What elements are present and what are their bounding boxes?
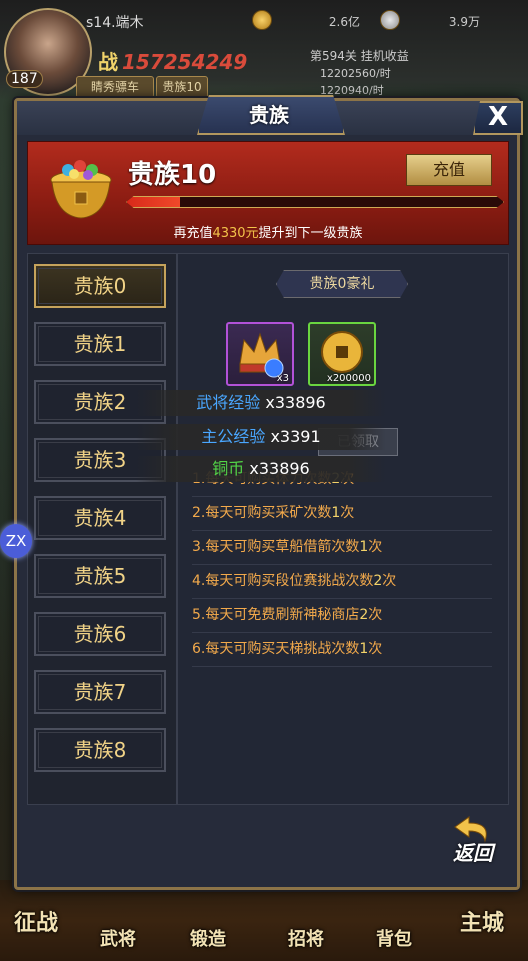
tab-rank-8[interactable]: 贵族8 (34, 728, 166, 772)
close-button[interactable]: X (473, 101, 523, 135)
rank-tab-list: 贵族0 贵族1 贵族2 贵族3 贵族4 贵族5 贵族6 贵族7 贵族8 (27, 253, 177, 805)
upgrade-hint: 再充值4330元提升到下一级贵族 (173, 226, 363, 241)
stage-title: 第594关 挂机收益 (310, 49, 409, 63)
perk-item: 4.每天可购买段位赛挑战次数2次 (192, 566, 492, 599)
gold-amount: 2.6亿 (328, 15, 360, 29)
reward-tooltip: 铜币 x33896 (136, 456, 386, 482)
bottom-nav (0, 880, 528, 961)
nobility-modal: 贵族 X 贵族10 充值 再充值4330元提升到下一级贵族 贵族0 贵族1 贵族… (14, 95, 523, 890)
tab-rank-0[interactable]: 贵族0 (34, 264, 166, 308)
copper-coin-item[interactable]: x200000 (308, 322, 376, 386)
tab-rank-5[interactable]: 贵族5 (34, 554, 166, 598)
server-name: s14.端木 (86, 15, 144, 31)
reward-tooltip: 武将经验 x33896 (136, 390, 386, 416)
tab-rank-4[interactable]: 贵族4 (34, 496, 166, 540)
gift-title: 贵族0豪礼 (276, 270, 408, 298)
tab-rank-6[interactable]: 贵族6 (34, 612, 166, 656)
item-count: x200000 (326, 373, 371, 384)
top-hud: 187 s14.端木 2.6亿 3.9万 战 157254249 睛秀骠车 贵族1… (0, 0, 528, 100)
treasure-bowl-icon (50, 160, 112, 219)
tab-rank-7[interactable]: 贵族7 (34, 670, 166, 714)
gold-coin-icon (252, 10, 272, 30)
nav-recruit[interactable]: 招将 (288, 925, 324, 951)
perk-item: 6.每天可购买天梯挑战次数1次 (192, 634, 492, 667)
general-gem-item[interactable]: x3 (226, 322, 294, 386)
nav-campaign[interactable]: 征战 (14, 905, 58, 937)
perk-item: 5.每天可免费刷新神秘商店2次 (192, 600, 492, 633)
stage-gold-rate: 12202560/时 (320, 67, 391, 80)
tab-rank-1[interactable]: 贵族1 (34, 322, 166, 366)
nav-bag[interactable]: 背包 (376, 925, 412, 951)
silver-coin-icon (380, 10, 400, 30)
idle-income-panel[interactable]: 第594关 挂机收益 12202560/时 1220940/时 (310, 48, 440, 99)
perk-item: 2.每天可购买采矿次数1次 (192, 498, 492, 531)
modal-title: 贵族 (249, 103, 289, 127)
current-rank: 贵族10 (128, 160, 217, 190)
combat-power: 战 157254249 (98, 50, 248, 74)
vip-progress-bar (126, 196, 504, 208)
item-count: x3 (276, 373, 289, 384)
return-label: 返回 (453, 841, 493, 865)
nav-main-city[interactable]: 主城 (460, 905, 504, 937)
vip-progress-fill (127, 197, 180, 207)
nobility-banner: 贵族10 充值 再充值4330元提升到下一级贵族 (27, 141, 509, 245)
player-level: 187 (6, 70, 43, 88)
nav-generals[interactable]: 武将 (100, 925, 136, 951)
vip-tag[interactable]: 贵族10 (156, 76, 208, 98)
nickname-tag: 睛秀骠车 (76, 76, 154, 98)
recharge-button[interactable]: 充值 (406, 154, 492, 186)
nav-forge[interactable]: 锻造 (190, 925, 226, 951)
rank-detail-panel: 贵族0豪礼 x3 x200000 已领取 1.每天可购买体力次数2次 2.每天可… (177, 253, 509, 805)
perk-item: 3.每天可购买草船借箭次数1次 (192, 532, 492, 565)
return-button[interactable]: 返回 (445, 815, 501, 865)
reward-tooltip: 主公经验 x3391 (136, 424, 386, 450)
floating-assistant-badge[interactable]: ZX (0, 524, 32, 558)
silver-amount: 3.9万 (448, 15, 480, 29)
